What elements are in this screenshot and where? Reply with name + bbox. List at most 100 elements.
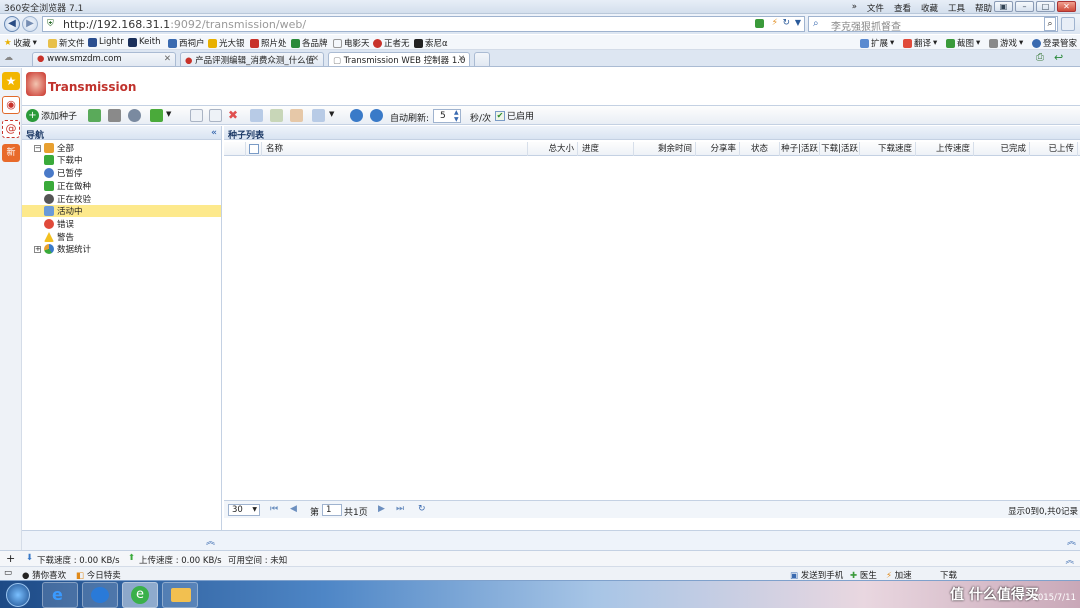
login-manager-button[interactable]: 登录管家 <box>1032 37 1077 49</box>
add-torrent-button[interactable]: + 添加种子 <box>26 109 77 122</box>
news-icon[interactable]: 新 <box>2 144 20 162</box>
start-all-icon[interactable] <box>88 109 101 122</box>
translate-button[interactable]: 翻译 ▾ <box>903 37 937 49</box>
fav-keith[interactable]: Keith <box>128 37 160 47</box>
page-number-input[interactable]: 1 <box>322 504 342 516</box>
move-icon[interactable] <box>290 109 303 122</box>
nav-item-downloading[interactable]: 下载中 <box>44 154 83 166</box>
fav-folder[interactable]: 新文件 <box>48 37 85 49</box>
refresh-icon[interactable]: ↻ <box>418 504 426 514</box>
menu-tools[interactable]: 工具 <box>948 2 965 14</box>
checkbox-icon[interactable]: ✔ <box>495 110 505 121</box>
browser-tab-review[interactable]: ● 产品评测编辑_消费众测_什么值 ✕ <box>180 52 324 66</box>
pause-all-icon[interactable] <box>108 109 121 122</box>
col-name[interactable]: 名称 <box>262 142 528 156</box>
col-upload-speed[interactable]: 上传速度 <box>916 142 974 156</box>
col-download-speed[interactable]: 下载速度 <box>860 142 916 156</box>
add-icon[interactable]: + <box>6 552 15 565</box>
col-progress[interactable]: 进度 <box>578 142 634 156</box>
col-uploaded[interactable]: 已上传 <box>1030 142 1078 156</box>
auto-refresh-toggle[interactable]: ✔ 已启用 <box>495 109 534 122</box>
nav-item-seeding[interactable]: 正在做种 <box>44 180 91 192</box>
favorites-menu[interactable]: ★ 收藏 ▾ <box>4 37 37 49</box>
browser-tab-smzdm[interactable]: ● www.smzdm.com ✕ <box>32 52 176 66</box>
col-completed[interactable]: 已完成 <box>974 142 1030 156</box>
next-page-icon[interactable]: ▶ <box>378 504 385 514</box>
minimize-button[interactable]: – <box>1015 1 1034 12</box>
browser-tab-transmission[interactable]: ▢ Transmission WEB 控制器 1.0 ✕ <box>328 52 470 66</box>
reannounce-icon[interactable] <box>270 109 283 122</box>
fav-photo[interactable]: 照片处 <box>250 37 287 49</box>
spinner-icon[interactable]: ▲ ▼ <box>454 109 459 123</box>
refresh-icon[interactable]: ↻ <box>782 18 790 28</box>
page-size-select[interactable]: 30 ▼ <box>228 504 260 516</box>
settings-icon[interactable] <box>128 109 141 122</box>
nav-item-statistics[interactable]: + 数据统计 <box>34 243 91 255</box>
chevron-down-icon[interactable]: ▼ <box>795 18 801 27</box>
menu-view[interactable]: 查看 <box>894 2 911 14</box>
delete-icon[interactable]: ✖ <box>228 108 238 122</box>
start-all-circle-icon[interactable] <box>350 109 363 122</box>
maximize-button[interactable]: □ <box>1036 1 1055 12</box>
search-button[interactable]: ⌕ <box>1044 17 1056 31</box>
fav-xici[interactable]: 西祠户 <box>168 37 205 49</box>
plugins-icon[interactable] <box>150 109 163 122</box>
fav-cebbank[interactable]: 光大银 <box>208 37 245 49</box>
extensions-button[interactable]: 扩展 ▾ <box>860 37 894 49</box>
col-peers[interactable]: 下载|活跃 <box>820 142 860 156</box>
collapse-icon[interactable]: « <box>211 128 217 138</box>
pause-icon[interactable] <box>209 109 222 122</box>
menu-help[interactable]: 帮助 <box>975 2 992 14</box>
start-icon[interactable] <box>190 109 203 122</box>
nav-item-warning[interactable]: 警告 <box>44 231 74 243</box>
menu-favorites[interactable]: 收藏 <box>921 2 938 14</box>
col-ratio[interactable]: 分享率 <box>696 142 740 156</box>
new-tab-button[interactable] <box>474 52 490 66</box>
start-button[interactable] <box>6 583 30 607</box>
cloud-taskbar-icon[interactable] <box>82 582 118 608</box>
cloud-icon[interactable]: ☁ <box>4 53 13 63</box>
expand-up-icon[interactable]: ︽ <box>206 534 215 547</box>
search-field[interactable]: ⌕ 李克强狠抓督查 <box>808 16 1058 33</box>
fav-brands[interactable]: 各品牌 <box>291 37 328 49</box>
queue-icon[interactable] <box>312 109 325 122</box>
restore-tab-icon[interactable]: ⎙ <box>1036 52 1044 63</box>
fav-movie[interactable]: 电影天 <box>333 37 370 49</box>
nav-item-all[interactable]: − 全部 <box>34 142 74 154</box>
col-seeds[interactable]: 种子|活跃 <box>780 142 820 156</box>
menu-more[interactable]: » <box>852 2 857 14</box>
ie-taskbar-icon[interactable]: e <box>42 582 78 608</box>
menu-file[interactable]: 文件 <box>867 2 884 14</box>
compat-mode-icon[interactable] <box>755 19 764 28</box>
chevron-down-icon[interactable]: ▼ <box>166 110 171 118</box>
favorites-star-icon[interactable]: ★ <box>2 72 20 90</box>
back-button[interactable]: ◀ <box>4 16 20 32</box>
prev-page-icon[interactable]: ◀ <box>290 504 297 514</box>
fav-sony[interactable]: 索尼α <box>414 37 448 49</box>
fav-lightr[interactable]: Lightr <box>88 37 124 47</box>
nav-item-paused[interactable]: 已暂停 <box>44 167 83 179</box>
url-field[interactable]: ⛨ http://192.168.31.1:9092/transmission/… <box>42 16 805 32</box>
system-clock[interactable]: 2015/7/11 <box>1032 583 1076 603</box>
expand-up-icon[interactable]: ︽ <box>1067 534 1076 547</box>
col-status[interactable]: 状态 <box>740 142 780 156</box>
mail-icon[interactable]: @ <box>2 120 20 138</box>
account-icon[interactable] <box>1061 17 1075 31</box>
screenshot-button[interactable]: 截图 ▾ <box>946 37 980 49</box>
col-size[interactable]: 总大小 <box>528 142 578 156</box>
recheck-icon[interactable] <box>250 109 263 122</box>
explorer-taskbar-icon[interactable] <box>162 582 198 608</box>
select-all-checkbox[interactable] <box>249 144 259 154</box>
expand-icon[interactable]: + <box>34 245 41 253</box>
browser-taskbar-icon[interactable]: e <box>122 582 158 608</box>
expand-icon[interactable]: − <box>34 144 41 152</box>
expand-up-icon[interactable]: ︽ <box>1065 554 1074 566</box>
col-remaining[interactable]: 剩余时间 <box>634 142 696 156</box>
game-button[interactable]: 游戏 ▾ <box>989 37 1023 49</box>
pause-all-circle-icon[interactable] <box>370 109 383 122</box>
nav-item-active[interactable]: 活动中 <box>22 205 221 217</box>
nav-item-checking[interactable]: 正在校验 <box>44 193 91 205</box>
forward-button[interactable]: ▶ <box>22 16 38 32</box>
nav-item-error[interactable]: 错误 <box>44 218 74 230</box>
first-page-icon[interactable]: ⏮ <box>270 504 278 514</box>
